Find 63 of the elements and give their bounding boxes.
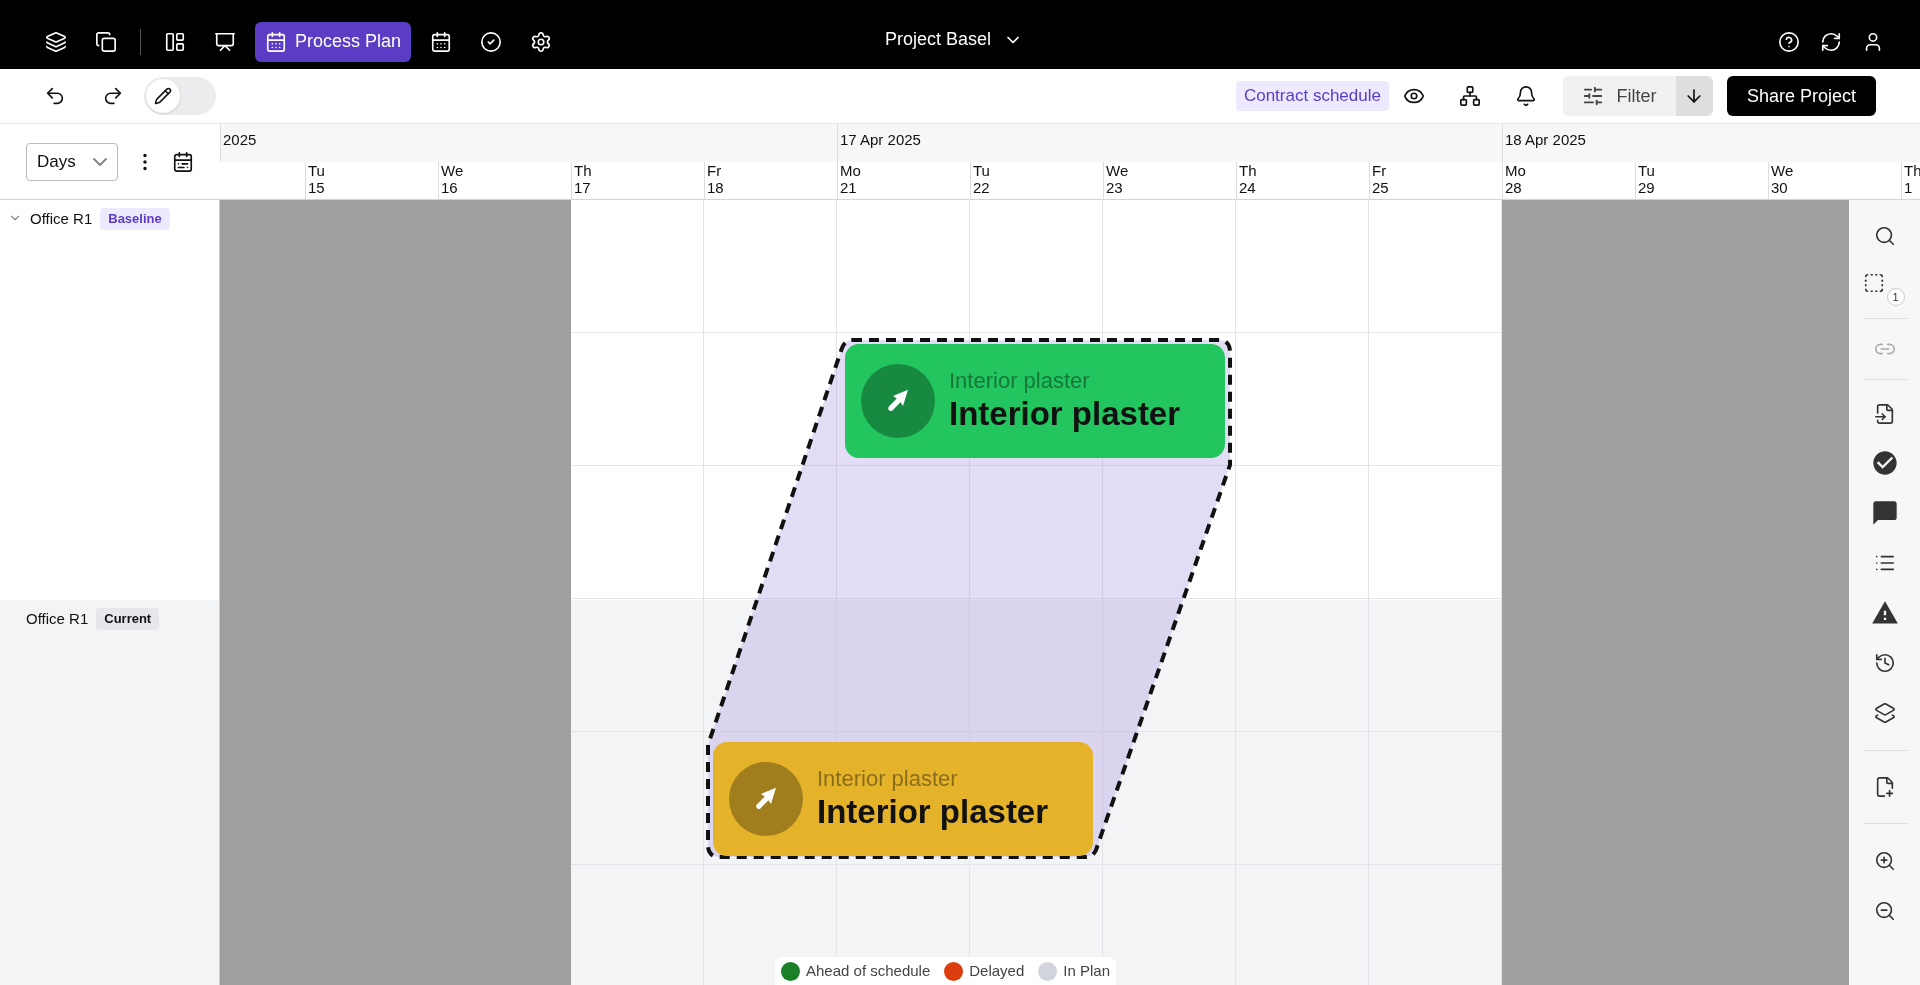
row-tag: Current	[96, 608, 160, 630]
calendar-icon	[265, 30, 287, 53]
weekday-label: Tu	[973, 162, 990, 179]
chevron-down-icon	[93, 157, 107, 166]
task-name: Interior plaster	[949, 394, 1181, 434]
help-icon[interactable]	[1778, 30, 1800, 53]
weekday-label: Th	[1239, 162, 1257, 179]
date-label: 24	[1239, 179, 1256, 196]
weekday-label: We	[441, 162, 464, 179]
legend-label: Delayed	[969, 960, 1025, 981]
task-category: Interior plaster	[817, 766, 959, 792]
date-label: 23	[1106, 179, 1123, 196]
date-label: 21	[840, 179, 857, 196]
share-project-button[interactable]: Share Project	[1726, 76, 1876, 116]
redo-icon[interactable]	[102, 85, 124, 107]
filter-icon	[1582, 85, 1605, 107]
undo-icon[interactable]	[44, 85, 66, 107]
weekday-label: Fr	[1372, 162, 1387, 179]
zoom-select[interactable]: Days	[26, 142, 118, 181]
selection-icon[interactable]	[1862, 272, 1885, 294]
date-label: 25	[1372, 179, 1389, 196]
sort-button[interactable]	[1675, 76, 1713, 116]
task-card[interactable]: Interior plaster Interior plaster	[845, 344, 1225, 458]
month-label: 2025	[223, 131, 257, 148]
schedule-tag: Contract schedule	[1235, 81, 1389, 111]
weekday-label: Tu	[308, 162, 325, 179]
weekday-label: Th	[574, 162, 592, 179]
view-tab[interactable]: Process Plan	[255, 21, 412, 62]
project-selector[interactable]: Project Basel	[885, 26, 1024, 53]
date-label: 29	[1638, 179, 1655, 196]
date-label: 1	[1904, 179, 1913, 196]
legend-label: In Plan	[1063, 960, 1110, 981]
bell-icon[interactable]	[1514, 85, 1537, 107]
weekday-label: We	[1106, 162, 1129, 179]
date-label: 30	[1771, 179, 1788, 196]
task-name: Interior plaster	[817, 792, 1049, 832]
date-label: 16	[441, 179, 458, 196]
date-label: 15	[308, 179, 325, 196]
row-label: Office R1	[26, 609, 89, 629]
hierarchy-icon[interactable]	[1458, 85, 1481, 107]
edit-toggle[interactable]	[144, 77, 216, 115]
month-label: 18 Apr 2025	[1505, 131, 1586, 148]
selection-count-badge: 1	[1886, 288, 1905, 306]
weekday-label: Tu	[1638, 162, 1655, 179]
date-label: 22	[973, 179, 990, 196]
weekday-label: Mo	[1505, 162, 1526, 179]
legend-label: Ahead of schedule	[806, 960, 931, 981]
filter-button[interactable]: Filter	[1562, 76, 1676, 116]
date-label: 28	[1505, 179, 1522, 196]
weekday-label: Fr	[707, 162, 722, 179]
month-label: 17 Apr 2025	[840, 131, 921, 148]
task-card[interactable]: Interior plaster Interior plaster	[713, 742, 1093, 856]
date-label: 17	[574, 179, 591, 196]
weekday-label: Th	[1904, 162, 1920, 179]
weekday-label: Mo	[840, 162, 861, 179]
pencil-icon	[154, 87, 172, 105]
task-category: Interior plaster	[949, 368, 1091, 394]
refresh-icon[interactable]	[1820, 30, 1842, 53]
row-label: Office R1	[30, 209, 93, 229]
row-tag: Baseline	[100, 208, 170, 230]
weekday-label: We	[1771, 162, 1794, 179]
calendar-icon[interactable]	[172, 150, 194, 173]
date-label: 18	[707, 179, 724, 196]
